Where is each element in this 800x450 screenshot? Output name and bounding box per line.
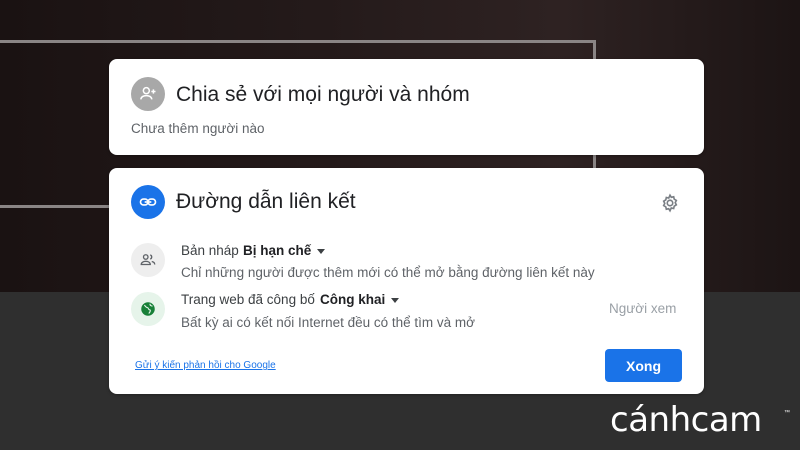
- draft-label: Bản nháp: [181, 243, 239, 258]
- people-icon: [131, 243, 165, 277]
- published-access-description: Bất kỳ ai có kết nối Internet đều có thể…: [181, 315, 475, 330]
- done-button[interactable]: Xong: [605, 349, 682, 382]
- globe-icon: [131, 292, 165, 326]
- person-add-icon: [131, 77, 165, 111]
- chevron-down-icon[interactable]: [391, 298, 399, 303]
- link-card: Đường dẫn liên kết Bản nháp Bị hạn chế C…: [109, 168, 704, 394]
- watermark-trademark: ™: [784, 410, 790, 416]
- role-viewer-label: Người xem: [609, 301, 677, 316]
- share-card-title: Chia sẻ với mọi người và nhóm: [176, 83, 470, 106]
- link-card-title: Đường dẫn liên kết: [176, 190, 356, 213]
- feedback-link[interactable]: Gửi ý kiến phản hồi cho Google: [135, 360, 276, 371]
- watermark-logo: cánhcam: [610, 400, 762, 440]
- share-people-card: Chia sẻ với mọi người và nhóm Chưa thêm …: [109, 59, 704, 155]
- gear-icon[interactable]: [659, 192, 681, 214]
- draft-access-dropdown[interactable]: Bị hạn chế: [243, 243, 311, 258]
- draft-access-description: Chỉ những người được thêm mới có thể mở …: [181, 265, 595, 280]
- published-access-dropdown[interactable]: Công khai: [320, 292, 385, 307]
- published-site-label: Trang web đã công bố: [181, 292, 315, 307]
- share-card-subtitle: Chưa thêm người nào: [131, 121, 265, 136]
- chevron-down-icon[interactable]: [317, 249, 325, 254]
- link-icon: [131, 185, 165, 219]
